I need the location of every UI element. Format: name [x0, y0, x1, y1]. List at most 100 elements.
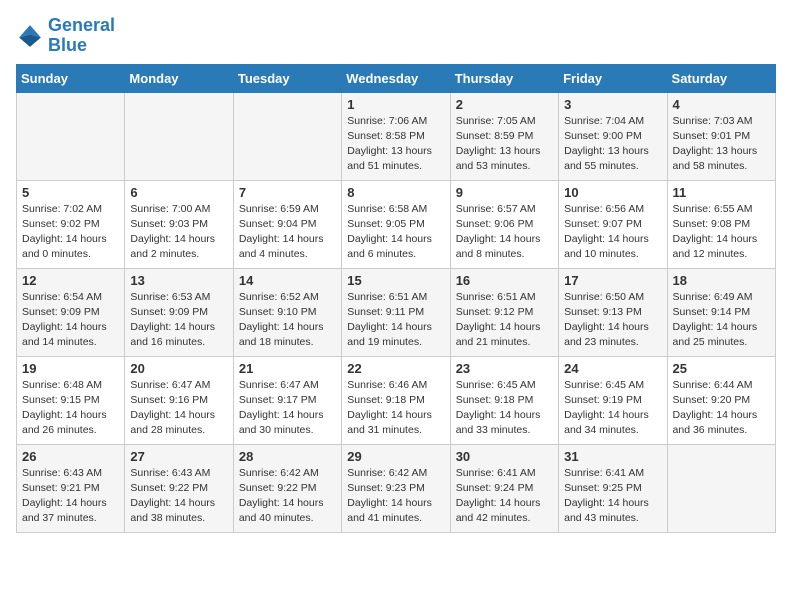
day-info: Sunrise: 6:51 AM Sunset: 9:11 PM Dayligh…	[347, 290, 444, 351]
day-number: 16	[456, 273, 553, 288]
day-info: Sunrise: 6:44 AM Sunset: 9:20 PM Dayligh…	[673, 378, 770, 439]
day-number: 10	[564, 185, 661, 200]
day-info: Sunrise: 6:41 AM Sunset: 9:24 PM Dayligh…	[456, 466, 553, 527]
day-of-week-header: Wednesday	[342, 64, 450, 92]
calendar-cell: 3 Sunrise: 7:04 AM Sunset: 9:00 PM Daylig…	[559, 92, 667, 180]
calendar-cell: 10 Sunrise: 6:56 AM Sunset: 9:07 PM Dayli…	[559, 180, 667, 268]
calendar-cell: 22 Sunrise: 6:46 AM Sunset: 9:18 PM Dayli…	[342, 356, 450, 444]
calendar-cell: 1 Sunrise: 7:06 AM Sunset: 8:58 PM Daylig…	[342, 92, 450, 180]
calendar-cell: 18 Sunrise: 6:49 AM Sunset: 9:14 PM Dayli…	[667, 268, 775, 356]
day-info: Sunrise: 6:45 AM Sunset: 9:18 PM Dayligh…	[456, 378, 553, 439]
logo-text: General Blue	[48, 16, 115, 56]
day-info: Sunrise: 6:42 AM Sunset: 9:22 PM Dayligh…	[239, 466, 336, 527]
calendar-cell: 9Sunrise: 6:57 AM Sunset: 9:06 PM Daylig…	[450, 180, 558, 268]
calendar-table: SundayMondayTuesdayWednesdayThursdayFrid…	[16, 64, 776, 533]
day-info: Sunrise: 6:52 AM Sunset: 9:10 PM Dayligh…	[239, 290, 336, 351]
day-number: 5	[22, 185, 119, 200]
calendar-cell: 30 Sunrise: 6:41 AM Sunset: 9:24 PM Dayli…	[450, 444, 558, 532]
calendar-cell: 29 Sunrise: 6:42 AM Sunset: 9:23 PM Dayli…	[342, 444, 450, 532]
calendar-week-row: 12 Sunrise: 6:54 AM Sunset: 9:09 PM Dayli…	[17, 268, 776, 356]
day-number: 29	[347, 449, 444, 464]
day-number: 31	[564, 449, 661, 464]
calendar-week-row: 1 Sunrise: 7:06 AM Sunset: 8:58 PM Daylig…	[17, 92, 776, 180]
day-of-week-header: Tuesday	[233, 64, 341, 92]
page-header: General Blue	[16, 16, 776, 56]
day-info: Sunrise: 6:53 AM Sunset: 9:09 PM Dayligh…	[130, 290, 227, 351]
day-info: Sunrise: 6:46 AM Sunset: 9:18 PM Dayligh…	[347, 378, 444, 439]
calendar-cell: 24Sunrise: 6:45 AM Sunset: 9:19 PM Dayli…	[559, 356, 667, 444]
day-number: 27	[130, 449, 227, 464]
calendar-cell: 28 Sunrise: 6:42 AM Sunset: 9:22 PM Dayli…	[233, 444, 341, 532]
day-info: Sunrise: 6:57 AM Sunset: 9:06 PM Dayligh…	[456, 202, 553, 263]
day-of-week-header: Monday	[125, 64, 233, 92]
day-number: 26	[22, 449, 119, 464]
day-number: 23	[456, 361, 553, 376]
day-info: Sunrise: 6:54 AM Sunset: 9:09 PM Dayligh…	[22, 290, 119, 351]
day-number: 4	[673, 97, 770, 112]
calendar-cell: 4 Sunrise: 7:03 AM Sunset: 9:01 PM Daylig…	[667, 92, 775, 180]
day-info: Sunrise: 7:04 AM Sunset: 9:00 PM Dayligh…	[564, 114, 661, 175]
day-number: 24	[564, 361, 661, 376]
day-info: Sunrise: 7:03 AM Sunset: 9:01 PM Dayligh…	[673, 114, 770, 175]
calendar-cell: 8Sunrise: 6:58 AM Sunset: 9:05 PM Daylig…	[342, 180, 450, 268]
calendar-cell: 2Sunrise: 7:05 AM Sunset: 8:59 PM Daylig…	[450, 92, 558, 180]
day-info: Sunrise: 6:47 AM Sunset: 9:16 PM Dayligh…	[130, 378, 227, 439]
day-number: 13	[130, 273, 227, 288]
day-info: Sunrise: 6:58 AM Sunset: 9:05 PM Dayligh…	[347, 202, 444, 263]
calendar-week-row: 5Sunrise: 7:02 AM Sunset: 9:02 PM Daylig…	[17, 180, 776, 268]
day-info: Sunrise: 6:49 AM Sunset: 9:14 PM Dayligh…	[673, 290, 770, 351]
calendar-cell	[125, 92, 233, 180]
day-number: 28	[239, 449, 336, 464]
day-number: 7	[239, 185, 336, 200]
day-info: Sunrise: 7:00 AM Sunset: 9:03 PM Dayligh…	[130, 202, 227, 263]
calendar-cell: 31Sunrise: 6:41 AM Sunset: 9:25 PM Dayli…	[559, 444, 667, 532]
day-number: 30	[456, 449, 553, 464]
day-number: 12	[22, 273, 119, 288]
day-number: 20	[130, 361, 227, 376]
calendar-week-row: 19Sunrise: 6:48 AM Sunset: 9:15 PM Dayli…	[17, 356, 776, 444]
day-info: Sunrise: 7:06 AM Sunset: 8:58 PM Dayligh…	[347, 114, 444, 175]
day-number: 11	[673, 185, 770, 200]
day-number: 22	[347, 361, 444, 376]
calendar-cell: 19Sunrise: 6:48 AM Sunset: 9:15 PM Dayli…	[17, 356, 125, 444]
day-info: Sunrise: 7:05 AM Sunset: 8:59 PM Dayligh…	[456, 114, 553, 175]
day-number: 3	[564, 97, 661, 112]
day-number: 25	[673, 361, 770, 376]
day-number: 18	[673, 273, 770, 288]
day-info: Sunrise: 6:50 AM Sunset: 9:13 PM Dayligh…	[564, 290, 661, 351]
calendar-week-row: 26 Sunrise: 6:43 AM Sunset: 9:21 PM Dayli…	[17, 444, 776, 532]
calendar-cell: 15 Sunrise: 6:51 AM Sunset: 9:11 PM Dayli…	[342, 268, 450, 356]
day-number: 1	[347, 97, 444, 112]
day-info: Sunrise: 6:43 AM Sunset: 9:21 PM Dayligh…	[22, 466, 119, 527]
day-info: Sunrise: 6:59 AM Sunset: 9:04 PM Dayligh…	[239, 202, 336, 263]
calendar-cell: 25 Sunrise: 6:44 AM Sunset: 9:20 PM Dayli…	[667, 356, 775, 444]
calendar-cell: 11Sunrise: 6:55 AM Sunset: 9:08 PM Dayli…	[667, 180, 775, 268]
day-of-week-header: Friday	[559, 64, 667, 92]
calendar-cell: 16 Sunrise: 6:51 AM Sunset: 9:12 PM Dayli…	[450, 268, 558, 356]
calendar-cell: 12 Sunrise: 6:54 AM Sunset: 9:09 PM Dayli…	[17, 268, 125, 356]
day-info: Sunrise: 6:51 AM Sunset: 9:12 PM Dayligh…	[456, 290, 553, 351]
calendar-cell	[233, 92, 341, 180]
calendar-cell: 14 Sunrise: 6:52 AM Sunset: 9:10 PM Dayli…	[233, 268, 341, 356]
calendar-cell: 13 Sunrise: 6:53 AM Sunset: 9:09 PM Dayli…	[125, 268, 233, 356]
day-info: Sunrise: 6:47 AM Sunset: 9:17 PM Dayligh…	[239, 378, 336, 439]
calendar-cell: 5Sunrise: 7:02 AM Sunset: 9:02 PM Daylig…	[17, 180, 125, 268]
calendar-cell: 6Sunrise: 7:00 AM Sunset: 9:03 PM Daylig…	[125, 180, 233, 268]
day-of-week-header: Thursday	[450, 64, 558, 92]
day-info: Sunrise: 6:42 AM Sunset: 9:23 PM Dayligh…	[347, 466, 444, 527]
day-info: Sunrise: 6:56 AM Sunset: 9:07 PM Dayligh…	[564, 202, 661, 263]
calendar-cell	[17, 92, 125, 180]
logo-icon	[16, 22, 44, 50]
calendar-header-row: SundayMondayTuesdayWednesdayThursdayFrid…	[17, 64, 776, 92]
day-number: 19	[22, 361, 119, 376]
day-number: 15	[347, 273, 444, 288]
calendar-cell: 21 Sunrise: 6:47 AM Sunset: 9:17 PM Dayli…	[233, 356, 341, 444]
day-number: 14	[239, 273, 336, 288]
calendar-cell	[667, 444, 775, 532]
logo: General Blue	[16, 16, 115, 56]
calendar-cell: 26 Sunrise: 6:43 AM Sunset: 9:21 PM Dayli…	[17, 444, 125, 532]
calendar-cell: 23 Sunrise: 6:45 AM Sunset: 9:18 PM Dayli…	[450, 356, 558, 444]
calendar-cell: 27Sunrise: 6:43 AM Sunset: 9:22 PM Dayli…	[125, 444, 233, 532]
day-number: 21	[239, 361, 336, 376]
calendar-cell: 17Sunrise: 6:50 AM Sunset: 9:13 PM Dayli…	[559, 268, 667, 356]
